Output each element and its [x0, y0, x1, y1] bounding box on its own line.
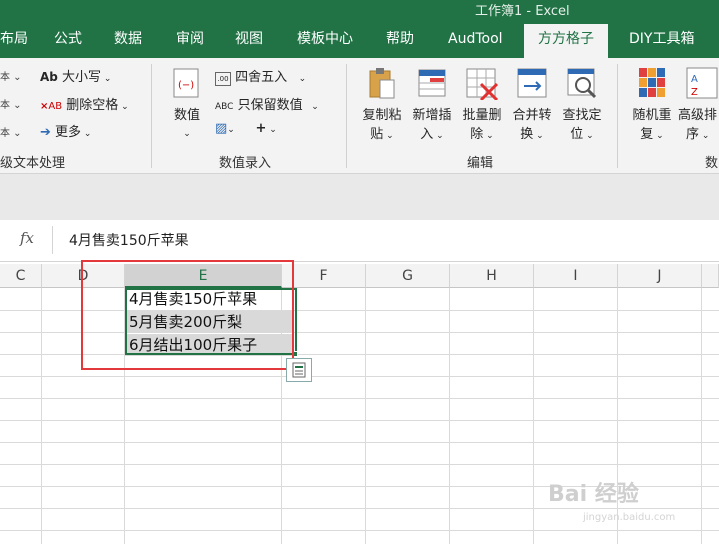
arrow-right-icon: ➔: [40, 125, 51, 140]
group-label-data: 数: [705, 156, 719, 171]
tab-audtool[interactable]: AudTool: [448, 24, 503, 58]
grid-line: [701, 288, 702, 544]
abc-icon: ABC: [215, 102, 234, 112]
tab-data[interactable]: 数据: [114, 24, 142, 58]
paste-icon: [366, 66, 398, 104]
grid-line: [533, 288, 534, 544]
watermark-url: jingyan.baidu.com: [583, 512, 676, 523]
tab-formulas[interactable]: 公式: [54, 24, 82, 58]
copy-paste-button[interactable]: 复制粘 贴 ⌄: [358, 106, 406, 146]
formula-input[interactable]: 4月售卖150斤苹果: [69, 230, 189, 250]
find-locate-button[interactable]: 查找定 位 ⌄: [558, 106, 606, 146]
grid-line: [41, 288, 42, 544]
tab-help[interactable]: 帮助: [386, 24, 414, 58]
quick-analysis-icon: [292, 362, 306, 378]
merge-convert-icon: [516, 66, 550, 104]
tab-view[interactable]: 视图: [235, 24, 263, 58]
remove-spaces-button[interactable]: ×AB 删除空格 ⌄: [40, 94, 129, 113]
svg-text:A: A: [691, 74, 698, 85]
grid-line: [0, 464, 719, 465]
find-icon: [566, 66, 600, 104]
svg-text:Z: Z: [691, 87, 698, 98]
ribbon-gap: [0, 174, 719, 220]
grid-line: [0, 420, 719, 421]
dropdown-fragment[interactable]: 本 ⌄: [0, 124, 22, 139]
title-bar: 工作簿1 - Excel 布局 公式 数据 审阅 视图 模板中心 帮助 AudT…: [0, 0, 719, 58]
quick-analysis-button[interactable]: [286, 358, 312, 382]
group-separator: [346, 64, 347, 168]
grid-line: [0, 508, 719, 509]
grid-line: [0, 398, 719, 399]
formula-divider: [52, 226, 53, 254]
column-header-c[interactable]: C: [0, 264, 42, 288]
group-separator: [151, 64, 152, 168]
edit-icon: ▨: [215, 121, 228, 136]
dropdown-fragment[interactable]: 本 ⌄: [0, 96, 22, 111]
advanced-sort-button[interactable]: 高级排 序 ⌄: [678, 106, 719, 146]
group-label-text: 级文本处理: [0, 156, 66, 171]
tab-diy-toolbox[interactable]: DIY工具箱: [629, 24, 694, 58]
advanced-sort-icon: A Z: [686, 66, 719, 104]
column-header-k[interactable]: [702, 264, 719, 288]
batch-delete-button[interactable]: 批量删 除 ⌄: [458, 106, 506, 146]
group-label-number: 数值录入: [219, 156, 272, 171]
group-label-edit: 编辑: [467, 156, 494, 171]
case-button[interactable]: Ab 大小写 ⌄: [40, 66, 111, 85]
random-repeat-icon: [637, 66, 667, 104]
ribbon: 本 ⌄ 本 ⌄ 本 ⌄ Ab 大小写 ⌄ ×AB 删除空格 ⌄ ➔ 更多 ⌄ 级…: [0, 58, 719, 174]
function-icon[interactable]: fx: [20, 229, 34, 247]
keep-values-button[interactable]: ABC 只保留数值 ⌄: [215, 94, 319, 113]
remove-spaces-icon: ×AB: [40, 101, 63, 112]
number-icon: (−): [170, 66, 204, 104]
round-icon: .00: [215, 72, 231, 86]
svg-text:(−): (−): [178, 80, 194, 91]
column-header-h[interactable]: H: [450, 264, 534, 288]
edit-tools-row[interactable]: ▨⌄ + ⌄: [215, 121, 277, 136]
grid-line: [0, 442, 719, 443]
random-repeat-button[interactable]: 随机重 复 ⌄: [629, 106, 675, 146]
plus-icon: +: [255, 121, 267, 136]
more-button[interactable]: ➔ 更多 ⌄: [40, 121, 91, 140]
insert-button[interactable]: 新增插 入 ⌄: [408, 106, 456, 146]
tab-fangfang[interactable]: 方方格子: [524, 24, 608, 58]
grid-line: [449, 288, 450, 544]
column-header-i[interactable]: I: [534, 264, 618, 288]
tab-layout[interactable]: 布局: [0, 24, 28, 58]
grid-line: [0, 376, 719, 377]
dropdown-fragment[interactable]: 本 ⌄: [0, 68, 22, 83]
column-header-f[interactable]: F: [282, 264, 366, 288]
merge-convert-button[interactable]: 合并转 换 ⌄: [508, 106, 556, 146]
grid-line: [365, 288, 366, 544]
batch-delete-icon: [465, 66, 499, 104]
formula-bar: fx 4月售卖150斤苹果: [0, 220, 719, 262]
window-title: 工作簿1 - Excel: [475, 4, 570, 19]
column-header-j[interactable]: J: [618, 264, 702, 288]
highlight-annotation: [81, 260, 294, 370]
group-separator: [617, 64, 618, 168]
grid-line: [0, 530, 719, 531]
insert-icon: [416, 66, 448, 104]
tab-review[interactable]: 审阅: [176, 24, 204, 58]
round-button[interactable]: .00 四舍五入 ⌄: [215, 66, 306, 86]
column-header-g[interactable]: G: [366, 264, 450, 288]
case-icon: Ab: [40, 70, 58, 84]
watermark-logo: Bai 经验: [548, 482, 639, 507]
number-button[interactable]: 数值 ⌄: [166, 106, 208, 144]
tab-template-center[interactable]: 模板中心: [297, 24, 353, 58]
